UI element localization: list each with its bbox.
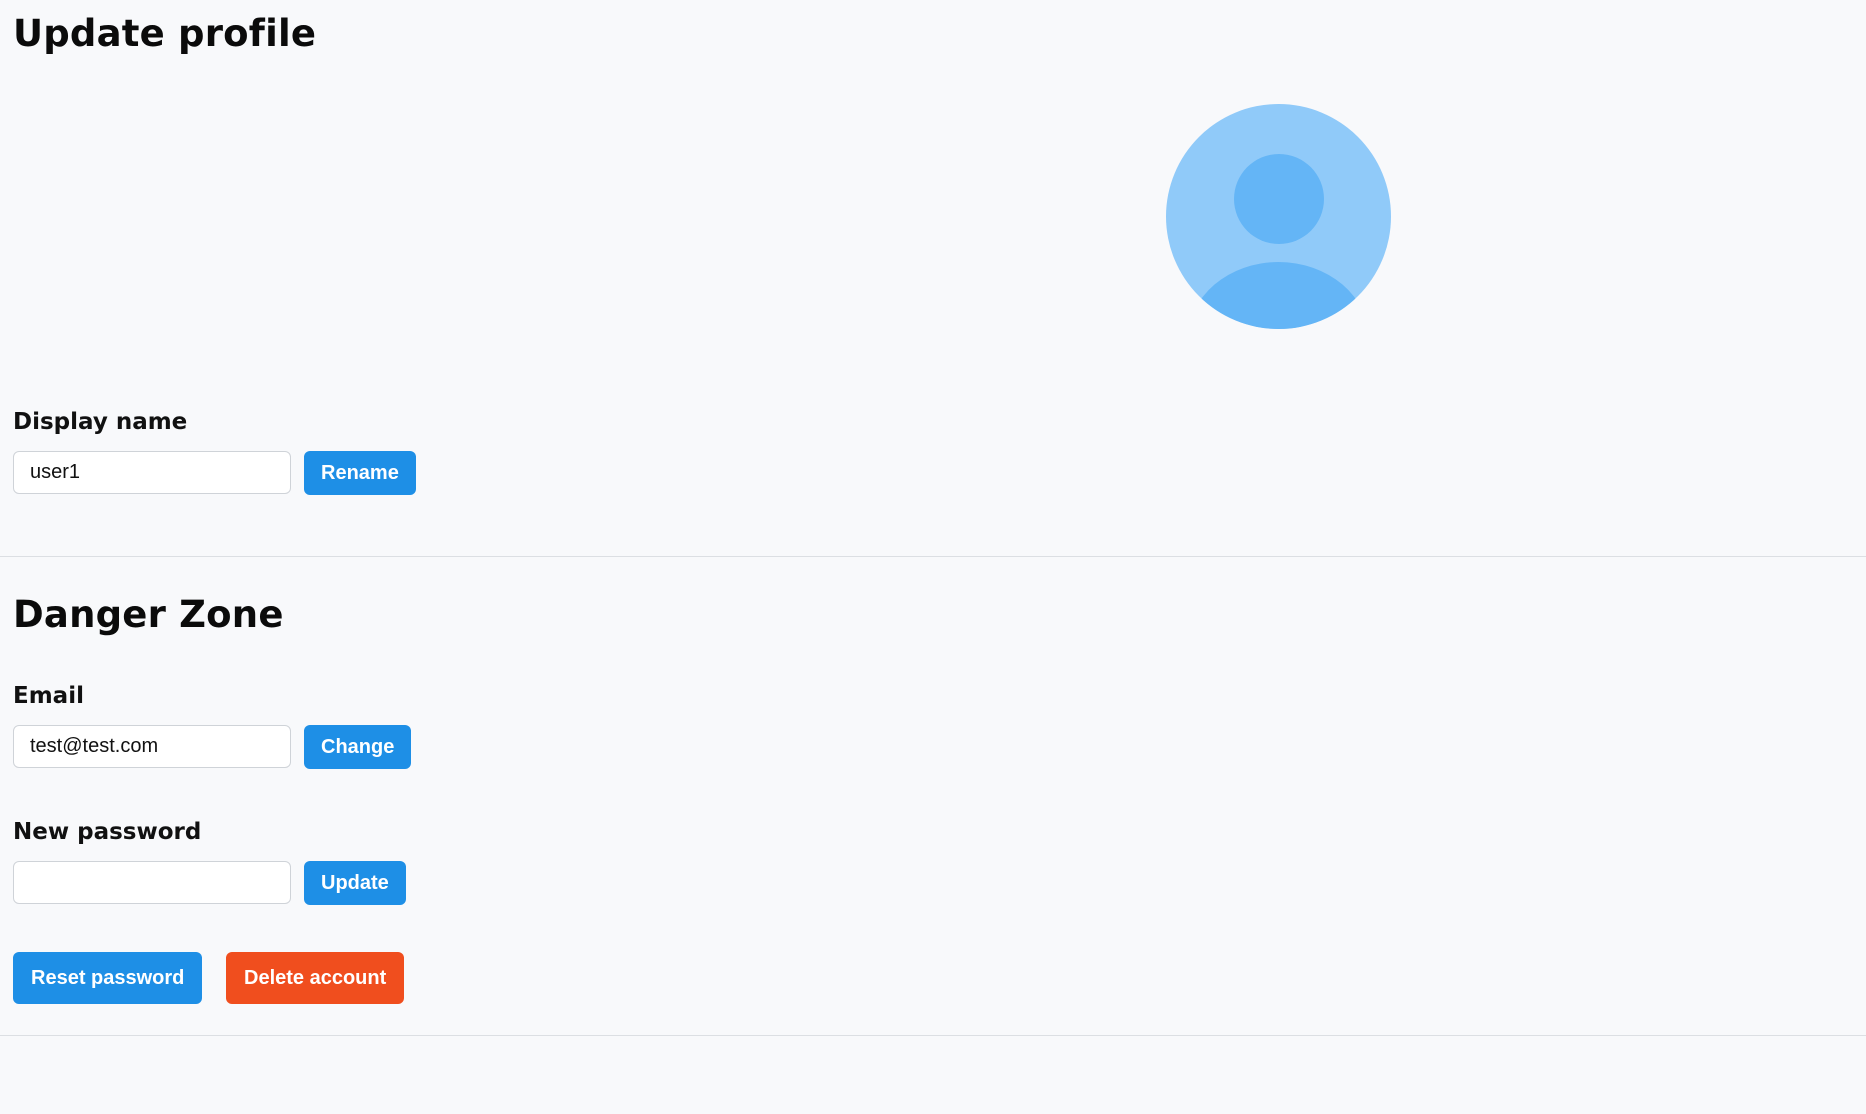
update-password-button[interactable]: Update — [304, 861, 406, 905]
change-email-button[interactable]: Change — [304, 725, 412, 769]
danger-zone-section: Danger Zone Email Change New password Up… — [0, 557, 1866, 1036]
reset-password-button[interactable]: Reset password — [13, 952, 203, 1004]
new-password-label: New password — [13, 819, 202, 845]
avatar-body — [1188, 262, 1369, 329]
page-title: Update profile — [13, 12, 317, 55]
rename-button[interactable]: Rename — [304, 451, 416, 495]
avatar-head — [1234, 154, 1324, 244]
new-password-input[interactable] — [13, 861, 291, 904]
email-input[interactable] — [13, 725, 291, 768]
danger-zone-title: Danger Zone — [13, 593, 284, 636]
display-name-label: Display name — [13, 409, 188, 435]
delete-account-button[interactable]: Delete account — [226, 952, 405, 1004]
profile-section: Update profile Display name Rename — [0, 0, 1866, 557]
email-label: Email — [13, 683, 84, 709]
display-name-input[interactable] — [13, 451, 291, 494]
user-avatar-icon[interactable] — [1166, 104, 1391, 329]
